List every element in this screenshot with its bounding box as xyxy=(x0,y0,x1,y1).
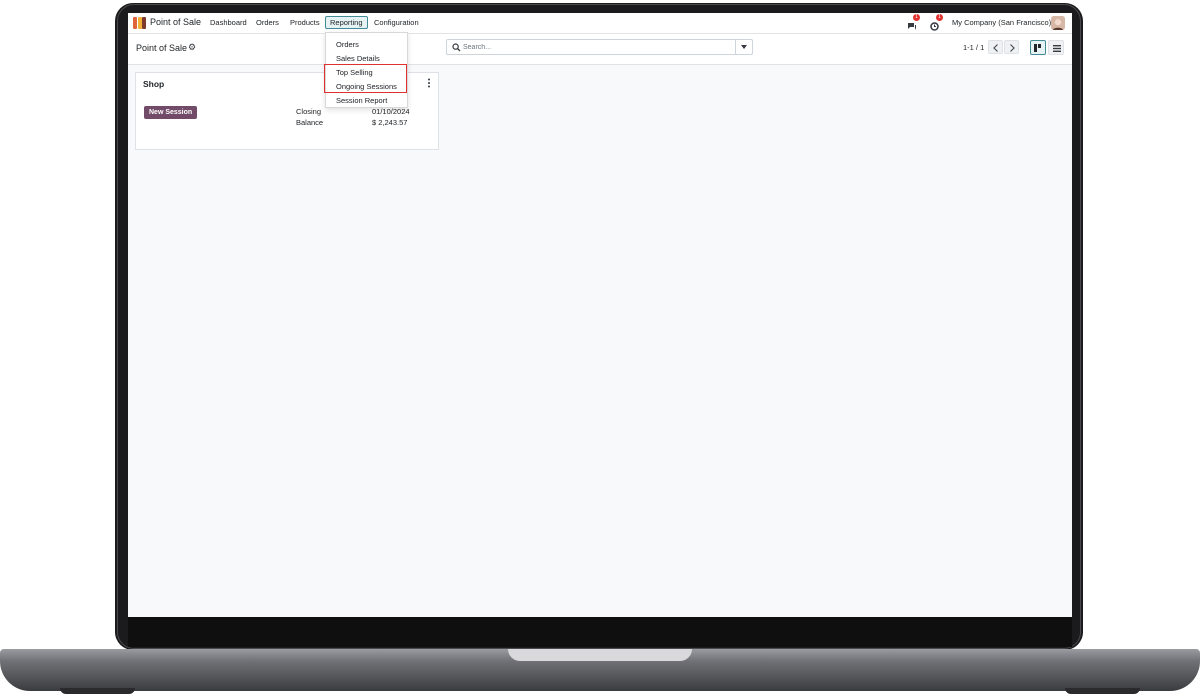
app-screen: Point of Sale Dashboard Orders Products … xyxy=(128,13,1072,617)
new-session-button[interactable]: New Session xyxy=(144,106,198,119)
messages-badge: 1 xyxy=(913,14,920,21)
user-avatar[interactable] xyxy=(1051,16,1065,30)
search-options-toggle[interactable] xyxy=(735,40,752,54)
chevron-left-icon xyxy=(993,44,998,52)
menu-reporting[interactable]: Reporting xyxy=(325,16,368,29)
laptop-foot-left xyxy=(60,688,135,694)
top-navbar: Point of Sale Dashboard Orders Products … xyxy=(128,13,1072,34)
company-switcher[interactable]: My Company (San Francisco) xyxy=(952,18,1051,27)
menu-products[interactable]: Products xyxy=(290,18,320,27)
breadcrumb: Point of Sale xyxy=(136,43,188,53)
balance-value: $ 2,243.57 xyxy=(372,118,408,127)
list-view-icon xyxy=(1052,44,1061,52)
laptop-notch xyxy=(508,649,692,661)
messages-icon[interactable]: 1 xyxy=(907,14,920,30)
reporting-item-orders[interactable]: Orders xyxy=(336,40,359,49)
menu-orders[interactable]: Orders xyxy=(256,18,279,27)
reporting-item-session-report[interactable]: Session Report xyxy=(336,96,387,105)
search-bar[interactable] xyxy=(446,39,753,55)
closing-date: 01/10/2024 xyxy=(372,107,410,116)
chevron-right-icon xyxy=(1010,44,1015,52)
pager-previous-button[interactable] xyxy=(988,40,1003,54)
kebab-menu-icon[interactable] xyxy=(426,78,432,88)
activities-icon[interactable]: 1 xyxy=(930,14,943,31)
closing-label: Closing xyxy=(296,107,322,116)
pager-next-button[interactable] xyxy=(1004,40,1019,54)
menu-dashboard[interactable]: Dashboard xyxy=(210,18,247,27)
kanban-view-icon xyxy=(1034,44,1041,52)
search-input[interactable] xyxy=(463,42,733,53)
balance-label: Balance xyxy=(296,118,324,127)
caret-down-icon xyxy=(741,45,747,49)
reporting-item-sales-details[interactable]: Sales Details xyxy=(336,54,380,63)
card-title: Shop xyxy=(143,79,165,89)
list-view-button[interactable] xyxy=(1048,40,1064,55)
activities-badge: 1 xyxy=(936,14,943,21)
menu-configuration[interactable]: Configuration xyxy=(374,18,419,27)
app-brand[interactable]: Point of Sale xyxy=(150,17,201,27)
laptop-foot-right xyxy=(1065,688,1140,694)
pager-value[interactable]: 1-1 / 1 xyxy=(963,43,984,52)
kanban-view-button[interactable] xyxy=(1030,40,1046,55)
highlight-annotation-box xyxy=(324,64,407,93)
gear-icon[interactable]: ⚙ xyxy=(188,42,196,53)
screen-bezel xyxy=(128,617,1072,647)
app-logo-icon[interactable] xyxy=(133,17,146,29)
control-panel: Point of Sale ⚙ 1-1 / 1 xyxy=(128,34,1072,65)
search-icon xyxy=(452,43,461,52)
